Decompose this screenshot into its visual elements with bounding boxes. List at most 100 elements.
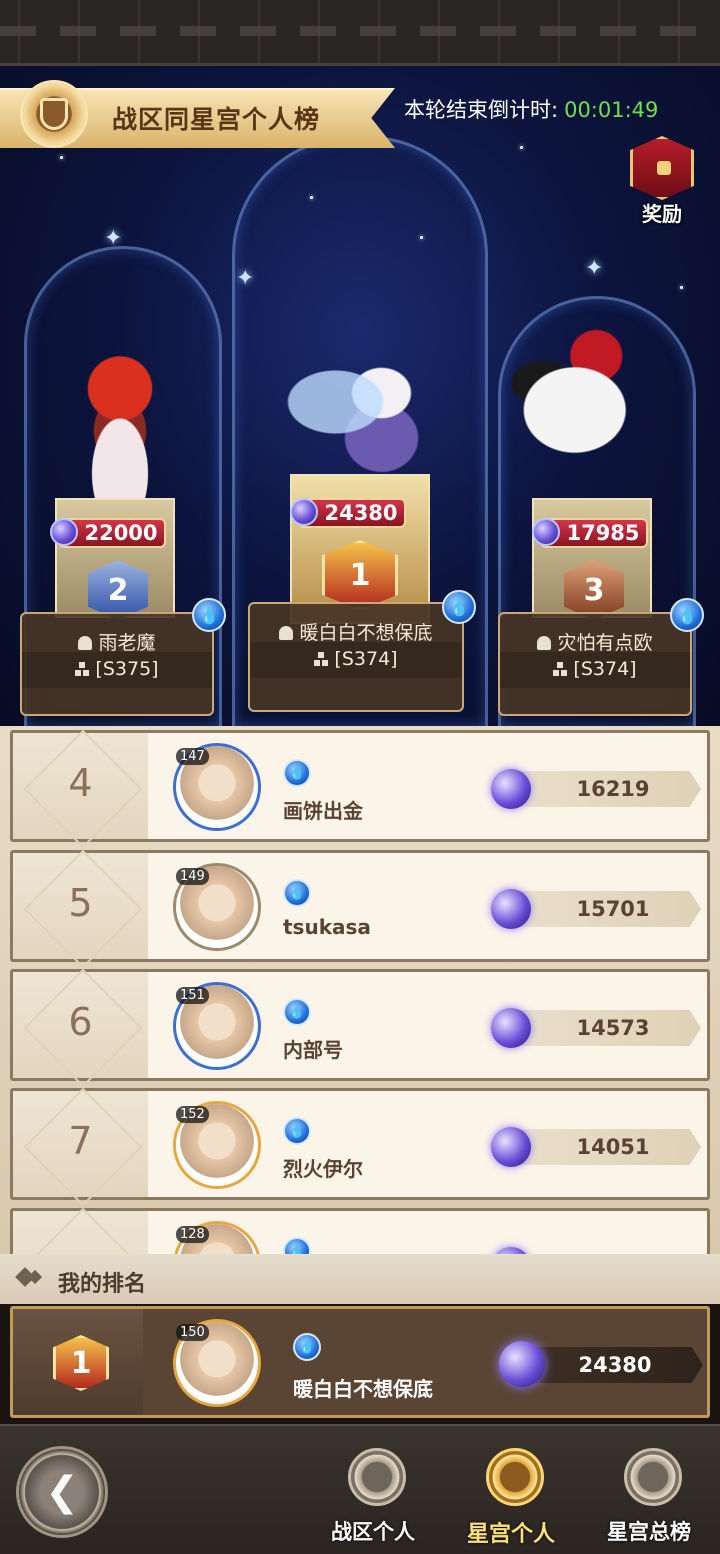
tab-star-palace-personal[interactable]: 星宫个人 xyxy=(456,1448,566,1548)
server-icon xyxy=(75,662,90,676)
star-orb-icon xyxy=(532,518,560,546)
character-rank-2[interactable] xyxy=(55,346,185,516)
my-rank-title: 我的排名 xyxy=(58,1272,147,1297)
level-badge: 147 xyxy=(176,748,209,765)
player-name: 暖白白不想保底 xyxy=(299,622,433,644)
my-rank-row[interactable]: 1 150 💧 暖白白不想保底 24380 xyxy=(10,1306,710,1418)
podium-score-3: 17985 xyxy=(532,518,648,548)
water-element-icon: 💧 xyxy=(293,1333,321,1361)
back-arrow-icon: ❮ xyxy=(45,1469,79,1515)
level-badge: 150 xyxy=(176,1324,209,1341)
tab-label: 星宫个人 xyxy=(466,1522,555,1547)
reward-button[interactable]: 奖励 xyxy=(622,136,702,228)
score-value: 14573 xyxy=(511,1010,701,1046)
podium-card-2[interactable]: 雨老魔 [S375] xyxy=(20,612,214,716)
podium-card-3[interactable]: 灾怕有点欧 [S374] xyxy=(498,612,692,716)
tab-zone-personal[interactable]: 战区个人 xyxy=(318,1448,428,1548)
star-orb-icon xyxy=(491,769,531,809)
star-orb-icon xyxy=(290,498,318,526)
score-value: 15701 xyxy=(511,891,701,927)
avatar[interactable]: 147 xyxy=(173,743,261,831)
server-icon xyxy=(314,652,329,666)
server-tag: [S374] xyxy=(334,648,398,670)
emblem-icon xyxy=(486,1448,544,1506)
score-value: 17985 xyxy=(566,521,640,545)
score-value: 16219 xyxy=(511,771,701,807)
player-name: tsukasa xyxy=(283,915,371,939)
star-dot xyxy=(680,286,683,289)
level-badge: 151 xyxy=(176,987,209,1004)
rank-number: 5 xyxy=(68,881,93,925)
character-rank-3[interactable] xyxy=(478,311,693,491)
ranking-list[interactable]: 4 147 💧 画饼出金 16219 5 149 💧 tsukasa 15701… xyxy=(0,726,720,1254)
bottom-nav: ❮ 战区个人 星宫个人 星宫总榜 xyxy=(0,1424,720,1554)
countdown: 本轮结束倒计时: 00:01:49 xyxy=(404,94,658,124)
star-orb-icon xyxy=(491,889,531,929)
star-dot xyxy=(520,146,523,149)
level-badge: 149 xyxy=(176,868,209,885)
water-element-icon: 💧 xyxy=(283,879,311,907)
avatar[interactable]: 128 xyxy=(173,1221,261,1254)
list-item[interactable]: 4 147 💧 画饼出金 16219 xyxy=(10,730,710,842)
sparkle-icon: ✦ xyxy=(585,256,604,281)
avatar[interactable]: 149 xyxy=(173,863,261,951)
chest-icon xyxy=(630,136,694,200)
star-orb-icon xyxy=(50,518,78,546)
player-name: 画饼出金 xyxy=(283,799,363,823)
server-tag: [S375] xyxy=(95,658,159,680)
level-badge: 128 xyxy=(176,1226,209,1243)
water-element-icon: 💧 xyxy=(670,598,704,632)
score-value: 24380 xyxy=(324,501,398,525)
podium-score-2: 22000 xyxy=(50,518,166,548)
podium-area: ✦ ✦ ✦ 战区同星宫个人榜 本轮结束倒计时: 00:01:49 奖励 22000… xyxy=(0,66,720,726)
player-name: 灾怕有点欧 xyxy=(557,632,653,654)
shield-icon xyxy=(20,80,88,148)
water-element-icon: 💧 xyxy=(283,759,311,787)
reward-label: 奖励 xyxy=(642,202,682,226)
avatar[interactable]: 151 xyxy=(173,982,261,1070)
person-icon xyxy=(279,626,294,640)
tab-label: 战区个人 xyxy=(331,1520,415,1544)
page-title: 战区同星宫个人榜 xyxy=(112,105,321,134)
list-item[interactable]: 6 151 💧 内部号 14573 xyxy=(10,969,710,1081)
water-element-icon: 💧 xyxy=(283,1237,311,1254)
star-orb-icon xyxy=(491,1008,531,1048)
score-value: 22000 xyxy=(84,521,158,545)
rank-number: 7 xyxy=(68,1119,93,1163)
tab-star-palace-total[interactable]: 星宫总榜 xyxy=(594,1448,704,1548)
podium-card-1[interactable]: 暖白白不想保底 [S374] xyxy=(248,602,464,712)
player-name: 内部号 xyxy=(283,1038,343,1062)
emblem-icon xyxy=(348,1448,406,1506)
star-orb-icon xyxy=(499,1341,545,1387)
server-icon xyxy=(553,662,568,676)
list-item[interactable]: 5 149 💧 tsukasa 15701 xyxy=(10,850,710,962)
water-element-icon: 💧 xyxy=(283,1117,311,1145)
rank-number: 4 xyxy=(68,761,93,805)
list-item[interactable]: 128 💧 xyxy=(10,1208,710,1254)
player-name: 雨老魔 xyxy=(98,632,156,654)
server-tag: [S374] xyxy=(573,658,637,680)
water-element-icon: 💧 xyxy=(192,598,226,632)
avatar[interactable]: 150 xyxy=(173,1319,261,1407)
podium-score-1: 24380 xyxy=(290,498,406,528)
star-orb-icon xyxy=(491,1127,531,1167)
countdown-value: 00:01:49 xyxy=(564,98,659,122)
star-dot xyxy=(60,156,63,159)
star-orb-icon xyxy=(491,1247,531,1254)
back-button[interactable]: ❮ xyxy=(16,1446,108,1538)
player-name: 暖白白不想保底 xyxy=(293,1377,433,1401)
my-rank-header: 我的排名 xyxy=(0,1254,720,1304)
tab-label: 星宫总榜 xyxy=(607,1520,691,1544)
player-name: 烈火伊尔 xyxy=(283,1157,363,1181)
emblem-icon xyxy=(624,1448,682,1506)
level-badge: 152 xyxy=(176,1106,209,1123)
person-icon xyxy=(537,636,552,650)
avatar[interactable]: 152 xyxy=(173,1101,261,1189)
list-item[interactable]: 7 152 💧 烈火伊尔 14051 xyxy=(10,1088,710,1200)
person-icon xyxy=(78,636,93,650)
score-value: 14051 xyxy=(511,1129,701,1165)
water-element-icon: 💧 xyxy=(283,998,311,1026)
rank-number: 6 xyxy=(68,1000,93,1044)
countdown-label: 本轮结束倒计时: xyxy=(404,98,559,122)
top-decorative-strip xyxy=(0,0,720,66)
